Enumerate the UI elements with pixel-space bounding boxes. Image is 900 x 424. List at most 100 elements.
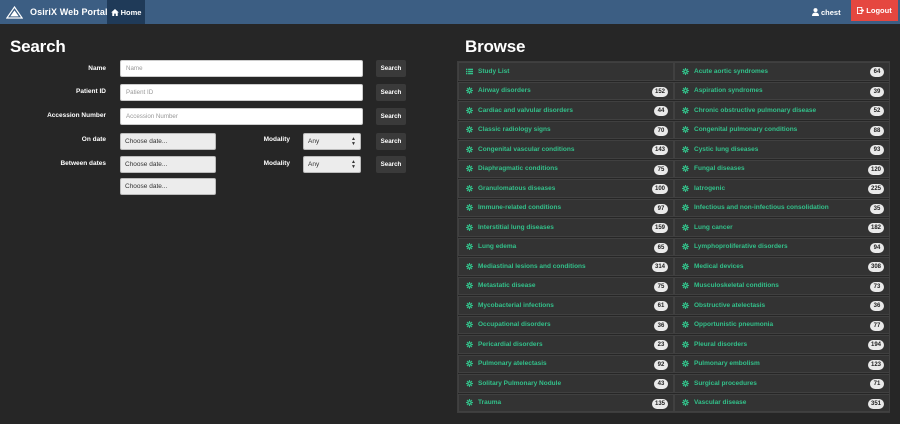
browse-item-label: Musculoskeletal conditions: [694, 282, 779, 290]
browse-item[interactable]: Granulomatous diseases 100: [458, 179, 674, 198]
patient-id-label: Patient ID: [76, 88, 106, 95]
browse-item[interactable]: Solitary Pulmonary Nodule 43: [458, 374, 674, 393]
modality-select-2[interactable]: Any ▲ ▼: [303, 156, 361, 173]
browse-item-label: Obstructive atelectasis: [694, 301, 766, 309]
browse-item-label: Solitary Pulmonary Nodule: [478, 379, 562, 387]
browse-item[interactable]: Vascular disease 351: [674, 393, 890, 412]
logout-button[interactable]: Logout: [851, 0, 898, 21]
search-accession-button[interactable]: Search: [376, 108, 406, 125]
count-badge: 194: [867, 340, 884, 350]
browse-item[interactable]: Iatrogenic 225: [674, 179, 890, 198]
gear-icon: [682, 87, 689, 95]
gear-icon: [466, 399, 473, 407]
browse-item[interactable]: Surgical procedures 71: [674, 374, 890, 393]
browse-item[interactable]: Cardiac and valvular disorders 44: [458, 101, 674, 120]
gear-icon: [466, 106, 473, 114]
brand[interactable]: OsiriX Web Portal: [6, 0, 108, 24]
browse-item[interactable]: Lung cancer 182: [674, 218, 890, 237]
browse-item[interactable]: Chronic obstructive pulmonary disease 52: [674, 101, 890, 120]
gear-icon: [682, 106, 689, 114]
browse-item[interactable]: Acute aortic syndromes 64: [674, 62, 890, 81]
browse-item[interactable]: Musculoskeletal conditions 73: [674, 276, 890, 295]
browse-item[interactable]: Mediastinal lesions and conditions 314: [458, 257, 674, 276]
count-badge: 100: [651, 184, 668, 194]
browse-item[interactable]: Airway disorders 152: [458, 81, 674, 100]
browse-item[interactable]: Medical devices 308: [674, 257, 890, 276]
browse-item[interactable]: Aspiration syndromes 39: [674, 81, 890, 100]
count-badge: 61: [654, 301, 668, 311]
browse-item-label: Trauma: [478, 399, 502, 407]
browse-item[interactable]: Congenital vascular conditions 143: [458, 140, 674, 159]
browse-item[interactable]: Opportunistic pneumonia 77: [674, 315, 890, 334]
browse-item-label: Acute aortic syndromes: [694, 67, 769, 75]
list-icon: [466, 68, 473, 75]
browse-item[interactable]: Study List: [458, 62, 674, 81]
browse-item[interactable]: Congenital pulmonary conditions 88: [674, 120, 890, 139]
nav-home[interactable]: Home: [107, 0, 145, 24]
gear-icon: [682, 223, 689, 231]
browse-item[interactable]: Fungal diseases 120: [674, 159, 890, 178]
between-start-input[interactable]: Choose date...: [120, 156, 216, 173]
browse-item[interactable]: Infectious and non-infectious consolidat…: [674, 198, 890, 217]
browse-item[interactable]: Lung edema 65: [458, 237, 674, 256]
browse-item[interactable]: Diaphragmatic conditions 75: [458, 159, 674, 178]
count-badge: 92: [654, 359, 668, 370]
count-badge: 159: [651, 223, 668, 233]
on-date-input[interactable]: Choose date...: [120, 133, 216, 150]
modality-value-1: Any: [308, 138, 320, 145]
browse-panel: Study List Airway disorders 152 Cardiac and…: [457, 61, 890, 413]
count-badge: 152: [651, 86, 668, 97]
search-patient-button[interactable]: Search: [376, 84, 406, 101]
accession-input[interactable]: Accession Number: [120, 108, 363, 125]
count-badge: 75: [654, 164, 668, 175]
browse-item-label: Immune-related conditions: [478, 204, 562, 212]
modality-select-1[interactable]: Any ▲ ▼: [303, 133, 361, 150]
gear-icon: [682, 67, 689, 75]
accession-label: Accession Number: [47, 112, 106, 119]
browse-item[interactable]: Trauma 135: [458, 393, 674, 412]
on-date-label: On date: [81, 136, 106, 143]
browse-item[interactable]: Lymphoproliferative disorders 94: [674, 237, 890, 256]
browse-item-label: Lung cancer: [694, 223, 733, 231]
browse-item-label: Diaphragmatic conditions: [478, 165, 558, 173]
patient-id-input[interactable]: Patient ID: [120, 84, 363, 101]
browse-item-label: Fungal diseases: [694, 165, 745, 173]
browse-item[interactable]: Pulmonary embolism 123: [674, 354, 890, 373]
gear-icon: [466, 126, 473, 134]
browse-item[interactable]: Pulmonary atelectasis 92: [458, 354, 674, 373]
browse-item-label: Surgical procedures: [694, 379, 757, 387]
name-label: Name: [88, 65, 106, 72]
browse-item-label: Classic radiology signs: [478, 126, 551, 134]
browse-item-label: Cardiac and valvular disorders: [478, 106, 574, 114]
browse-item-label: Metastatic disease: [478, 282, 536, 290]
browse-item[interactable]: Mycobacterial infections 61: [458, 296, 674, 315]
search-between-button[interactable]: Search: [376, 156, 406, 173]
count-badge: 65: [654, 242, 668, 253]
browse-item[interactable]: Obstructive atelectasis 36: [674, 296, 890, 315]
browse-item[interactable]: Classic radiology signs 70: [458, 120, 674, 139]
modality-label-1: Modality: [263, 136, 290, 143]
browse-item[interactable]: Immune-related conditions 97: [458, 198, 674, 217]
browse-item[interactable]: Occupational disorders 36: [458, 315, 674, 334]
name-input[interactable]: Name: [120, 60, 363, 77]
count-badge: 52: [870, 106, 884, 116]
count-badge: 135: [651, 398, 668, 409]
osirix-logo-icon: [6, 5, 23, 19]
count-badge: 35: [870, 203, 884, 214]
user-menu[interactable]: chest: [812, 0, 841, 24]
browse-item[interactable]: Pleural disorders 194: [674, 335, 890, 354]
browse-item[interactable]: Interstitial lung diseases 159: [458, 218, 674, 237]
logout-label: Logout: [866, 6, 892, 15]
count-badge: 182: [867, 223, 884, 233]
between-end-input[interactable]: Choose date...: [120, 178, 216, 195]
browse-item-label: Medical devices: [694, 262, 744, 270]
select-arrows-icon: ▲ ▼: [351, 136, 356, 147]
browse-item-label: Mycobacterial infections: [478, 301, 554, 309]
search-ondate-button[interactable]: Search: [376, 133, 406, 150]
user-name: chest: [821, 7, 841, 17]
browse-item[interactable]: Pericardial disorders 23: [458, 335, 674, 354]
browse-item[interactable]: Metastatic disease 75: [458, 276, 674, 295]
browse-item[interactable]: Cystic lung diseases 93: [674, 140, 890, 159]
search-name-button[interactable]: Search: [376, 60, 406, 77]
count-badge: 36: [654, 320, 668, 331]
